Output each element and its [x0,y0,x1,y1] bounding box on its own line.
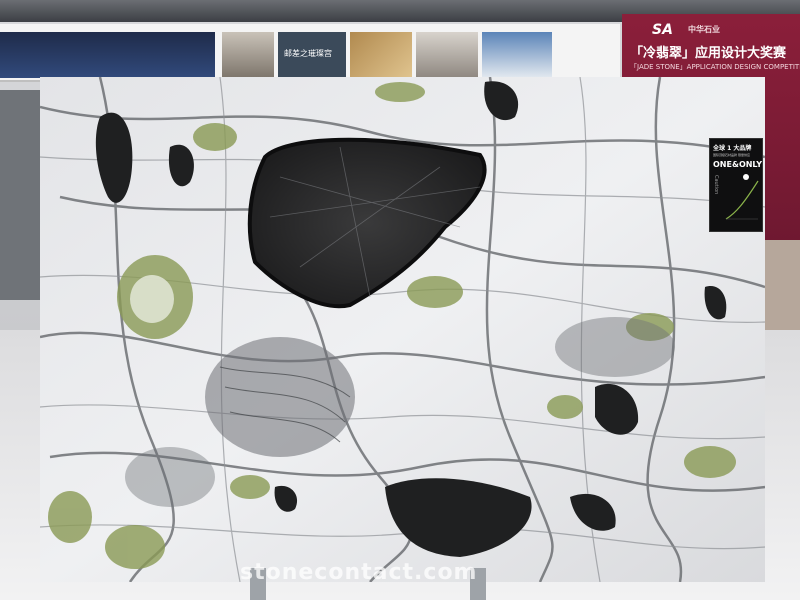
showroom-scene: 邮差之璀璨宫 SA 中华石业 「冷翡翠」应用设计大奖赛 「JADE STONE」… [0,0,800,600]
card-growth-chart-icon [725,174,759,220]
competition-title: 「冷翡翠」应用设计大奖赛 [630,46,787,61]
card-side-text: Caution [713,175,719,195]
photo-banner: 邮差之璀璨宫 [0,24,620,82]
slab-smoky-region [205,337,355,457]
banner-panel-building [482,32,552,78]
card-headline: 全球 1 大品牌 [713,145,752,152]
competition-logo: SA [652,22,673,38]
slab-info-card: 全球 1 大品牌 国际顶级石材品牌 限量供应 ONE&ONLY Caution [709,138,763,232]
banner-panel-portrait-2 [416,32,478,78]
watermark-text: stonecontact.com [240,560,478,585]
marble-slab [40,77,765,582]
competition-subtitle: 「JADE STONE」APPLICATION DESIGN COMPETITI… [630,63,800,71]
competition-logo-sub: 中华石业 [688,25,720,34]
card-subline: 国际顶级石材品牌 限量供应 [713,153,750,157]
banner-panel-portrait [222,32,274,78]
banner-panel-city [0,32,215,78]
banner-caption: 邮差之璀璨宫 [284,49,332,58]
banner-panel-caption: 邮差之璀璨宫 [278,32,346,78]
adjacent-display-right [760,240,800,330]
banner-panel-texture [350,32,412,78]
card-brand: ONE&ONLY [713,160,763,169]
